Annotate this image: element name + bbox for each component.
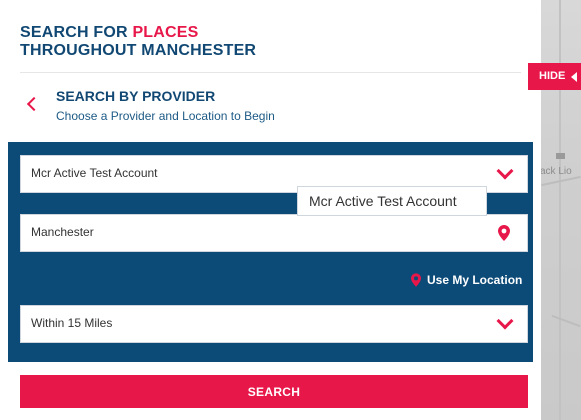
search-panel: SEARCH FOR PLACES THROUGHOUT MANCHESTER …: [0, 0, 541, 420]
map-label: ack Lio: [540, 166, 572, 177]
arrow-left-icon: [571, 72, 577, 82]
title-accent: PLACES: [132, 24, 199, 41]
map-road: [551, 314, 581, 328]
provider-tooltip: Mcr Active Test Account: [297, 186, 487, 216]
distance-select-value: Within 15 Miles: [31, 316, 113, 330]
provider-section-subtitle: Choose a Provider and Location to Begin: [56, 109, 275, 123]
title-line2: THROUGHOUT MANCHESTER: [20, 42, 257, 59]
map-pin-icon: [411, 273, 421, 287]
provider-select-value: Mcr Active Test Account: [31, 166, 158, 180]
search-button[interactable]: SEARCH: [20, 375, 528, 408]
hide-label: HIDE: [539, 70, 566, 82]
hide-panel-button[interactable]: HIDE: [528, 63, 581, 90]
use-my-location-button[interactable]: Use My Location: [411, 271, 522, 289]
title-prefix: SEARCH FOR: [20, 24, 128, 41]
map-marker-icon: [556, 153, 565, 159]
distance-select[interactable]: Within 15 Miles: [20, 305, 528, 343]
page-title: SEARCH FOR PLACES THROUGHOUT MANCHESTER: [20, 24, 256, 60]
provider-section-title: SEARCH BY PROVIDER: [56, 88, 216, 104]
map-pin-icon[interactable]: [498, 225, 510, 241]
location-input-value: Manchester: [31, 225, 94, 239]
map-road: [541, 175, 581, 187]
chevron-left-icon[interactable]: [26, 96, 42, 112]
use-my-location-label: Use My Location: [427, 273, 523, 287]
chevron-down-icon[interactable]: [496, 312, 514, 330]
divider: [20, 72, 521, 73]
chevron-down-icon[interactable]: [496, 162, 514, 180]
location-input[interactable]: Manchester: [20, 214, 528, 252]
